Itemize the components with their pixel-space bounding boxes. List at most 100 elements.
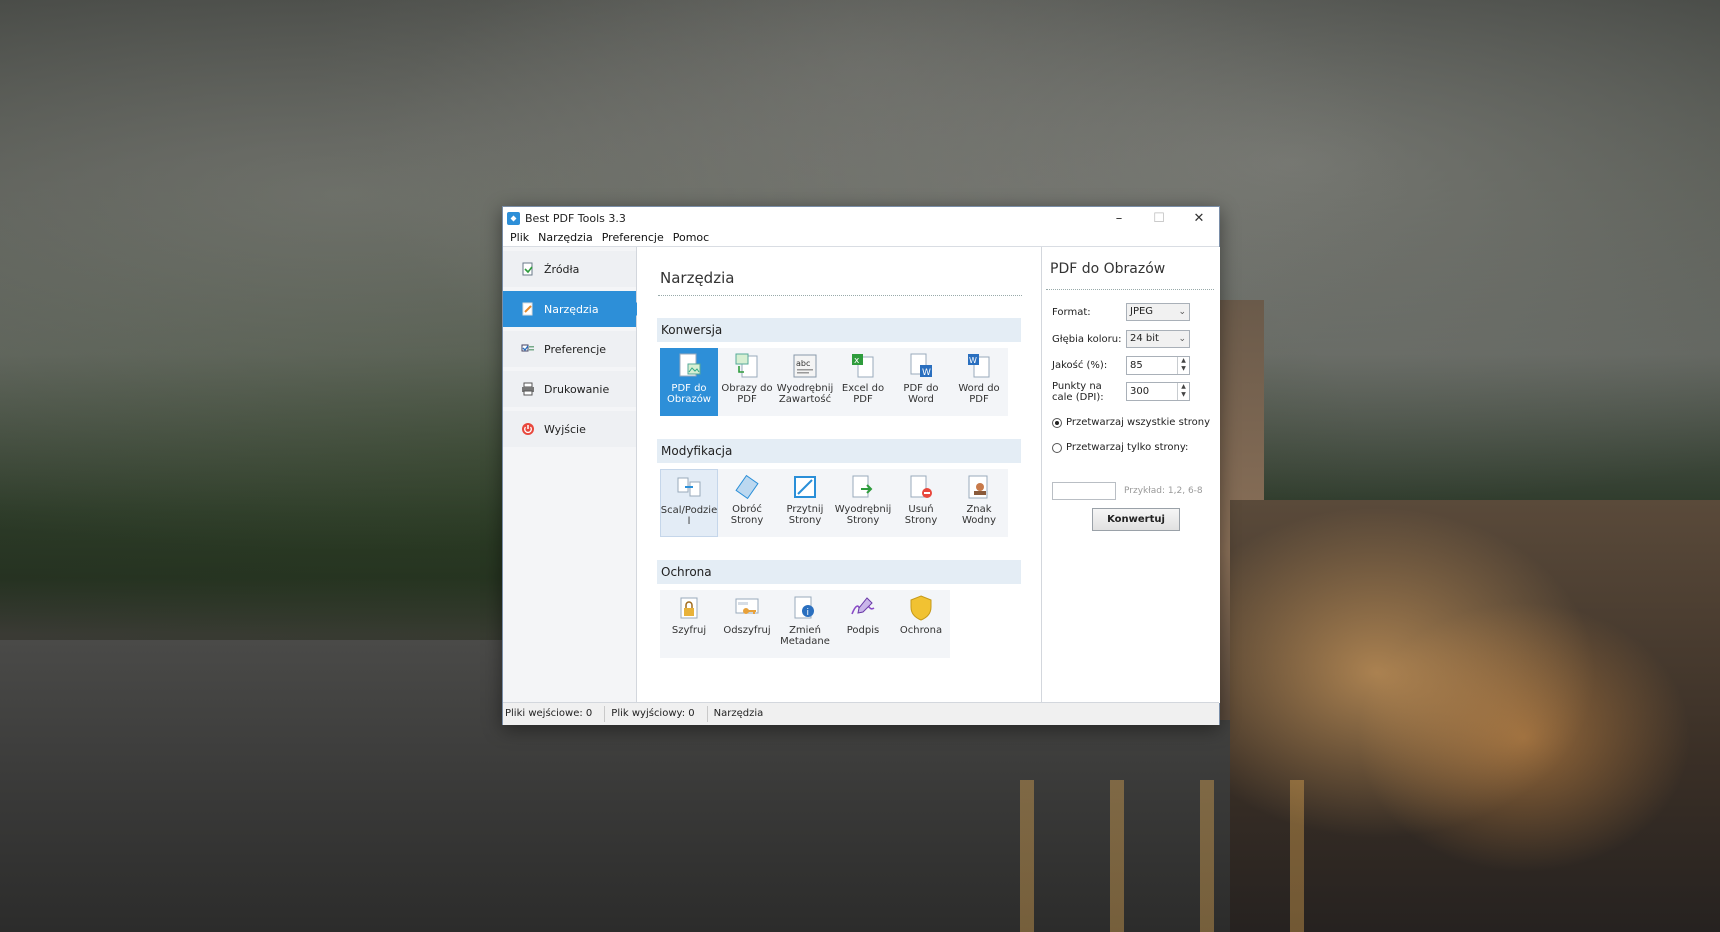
tool-merge-split[interactable]: Scal/Podzie l xyxy=(660,469,718,537)
svg-text:W: W xyxy=(922,368,931,378)
tool-protection[interactable]: Ochrona xyxy=(892,590,950,658)
sidebar-item-preferences[interactable]: Preferencje xyxy=(503,331,636,367)
extract-content-icon: abc xyxy=(793,354,817,378)
status-bar: Pliki wejściowe: 0 Plik wyjściowy: 0 Nar… xyxy=(503,702,1219,725)
tools-icon xyxy=(522,302,533,316)
section-header-protection: Ochrona xyxy=(657,560,1021,584)
title-divider xyxy=(658,295,1022,296)
color-depth-label: Głębia koloru: xyxy=(1052,334,1122,345)
spinner-arrows-icon[interactable]: ▲ ▼ xyxy=(1177,383,1189,400)
spinner-arrows-icon[interactable]: ▲ ▼ xyxy=(1177,357,1189,374)
app-window: Best PDF Tools 3.3 – ☐ ✕ Plik Narzędzia … xyxy=(502,206,1220,725)
metadata-info-icon: i xyxy=(794,596,814,619)
tool-row-modification: Scal/Podzie l Obróć Strony Przytnij Stro… xyxy=(660,469,1008,537)
close-button[interactable]: ✕ xyxy=(1179,207,1219,229)
pages-range-hint: Przykład: 1,2, 6-8 xyxy=(1124,486,1203,496)
tool-images-to-pdf[interactable]: Obrazy do PDF xyxy=(718,348,776,416)
tool-extract-content[interactable]: abc Wyodrębnij Zawartość xyxy=(776,348,834,416)
sidebar: Źródła Narzędzia Preferencje Drukowanie … xyxy=(503,247,643,703)
tool-pdf-to-word[interactable]: W PDF do Word xyxy=(892,348,950,416)
sidebar-item-sources[interactable]: Źródła xyxy=(503,251,636,287)
wallpaper-reflection xyxy=(990,780,1330,932)
sidebar-item-exit[interactable]: Wyjście xyxy=(503,411,636,447)
tool-rotate-pages[interactable]: Obróć Strony xyxy=(718,469,776,537)
signature-pen-icon xyxy=(851,597,875,615)
status-input-files: Pliki wejściowe: 0 xyxy=(503,706,606,722)
window-controls: – ☐ ✕ xyxy=(1099,207,1219,229)
status-output-files: Plik wyjściowy: 0 xyxy=(609,706,708,722)
crop-pages-icon xyxy=(794,476,816,498)
pages-range-input[interactable] xyxy=(1052,482,1116,500)
dpi-label: Punkty na cale (DPI): xyxy=(1052,381,1104,403)
sidebar-item-label: Preferencje xyxy=(544,342,607,356)
printer-icon xyxy=(522,382,534,396)
page-title: Narzędzia xyxy=(660,269,735,287)
options-panel: PDF do Obrazów Format: JPEG ⌄ Głębia kol… xyxy=(1041,247,1220,703)
extract-pages-icon xyxy=(852,475,873,498)
quality-label: Jakość (%): xyxy=(1052,360,1108,371)
sidebar-item-label: Narzędzia xyxy=(544,302,599,316)
minimize-button[interactable]: – xyxy=(1099,207,1139,229)
tool-decrypt[interactable]: Odszyfruj xyxy=(718,590,776,658)
menu-preferencje[interactable]: Preferencje xyxy=(599,231,670,244)
maximize-button[interactable]: ☐ xyxy=(1139,207,1179,229)
color-depth-select[interactable]: 24 bit ⌄ xyxy=(1126,330,1190,348)
svg-text:x: x xyxy=(854,356,860,366)
sidebar-item-printing[interactable]: Drukowanie xyxy=(503,371,636,407)
radio-button-selected[interactable] xyxy=(1052,417,1062,428)
window-body: Źródła Narzędzia Preferencje Drukowanie … xyxy=(503,246,1220,703)
options-divider xyxy=(1046,289,1214,290)
radio-selected-pages[interactable]: Przetwarzaj tylko strony: xyxy=(1052,442,1188,453)
title-bar[interactable]: Best PDF Tools 3.3 – ☐ ✕ xyxy=(503,207,1219,229)
pdf-to-images-icon xyxy=(679,353,701,377)
menu-pomoc[interactable]: Pomoc xyxy=(670,231,715,244)
decrypt-key-icon xyxy=(735,598,759,614)
svg-text:W: W xyxy=(969,356,977,365)
images-to-pdf-icon xyxy=(735,353,758,378)
dpi-spinner[interactable]: 300 ▲ ▼ xyxy=(1126,382,1190,401)
sidebar-item-tools[interactable]: Narzędzia xyxy=(503,291,643,327)
delete-pages-icon xyxy=(910,475,932,498)
radio-button[interactable] xyxy=(1052,442,1062,453)
options-title: PDF do Obrazów xyxy=(1050,261,1166,277)
menu-plik[interactable]: Plik xyxy=(507,231,535,244)
exit-icon xyxy=(522,423,534,435)
radio-all-pages[interactable]: Przetwarzaj wszystkie strony xyxy=(1052,417,1210,428)
format-label: Format: xyxy=(1052,307,1091,318)
tool-extract-pages[interactable]: Wyodrębnij Strony xyxy=(834,469,892,537)
tool-watermark[interactable]: Znak Wodny xyxy=(950,469,1008,537)
tool-row-conversion: PDF do Obrazów Obrazy do PDF abc Wyodręb… xyxy=(660,348,1008,416)
status-mode: Narzędzia xyxy=(713,708,764,719)
chevron-down-icon: ⌄ xyxy=(1178,307,1186,317)
tool-word-to-pdf[interactable]: W Word do PDF xyxy=(950,348,1008,416)
excel-to-pdf-icon: x xyxy=(852,354,874,378)
section-header-modification: Modyfikacja xyxy=(657,439,1021,463)
section-header-conversion: Konwersja xyxy=(657,318,1021,342)
tool-pdf-to-images[interactable]: PDF do Obrazów xyxy=(660,348,718,416)
window-title: Best PDF Tools 3.3 xyxy=(525,211,626,225)
tool-signature[interactable]: Podpis xyxy=(834,590,892,658)
convert-button[interactable]: Konwertuj xyxy=(1092,508,1180,531)
tool-encrypt[interactable]: Szyfruj xyxy=(660,590,718,658)
menu-bar: Plik Narzędzia Preferencje Pomoc xyxy=(503,229,1219,246)
watermark-icon xyxy=(968,475,988,499)
protection-shield-icon xyxy=(910,595,932,621)
sidebar-item-label: Źródła xyxy=(544,262,580,276)
tool-change-metadata[interactable]: i Zmień Metadane xyxy=(776,590,834,658)
preferences-icon xyxy=(521,344,534,352)
tool-crop-pages[interactable]: Przytnij Strony xyxy=(776,469,834,537)
encrypt-lock-icon xyxy=(680,597,698,619)
sidebar-item-label: Wyjście xyxy=(544,422,586,436)
pdf-to-word-icon: W xyxy=(910,353,932,378)
format-select[interactable]: JPEG ⌄ xyxy=(1126,303,1190,321)
tool-delete-pages[interactable]: Usuń Strony xyxy=(892,469,950,537)
tool-excel-to-pdf[interactable]: x Excel do PDF xyxy=(834,348,892,416)
tools-panel: Narzędzia Konwersja PDF do Obrazów Obraz… xyxy=(637,247,1041,703)
quality-spinner[interactable]: 85 ▲ ▼ xyxy=(1126,356,1190,375)
merge-split-icon xyxy=(677,477,701,497)
chevron-down-icon: ⌄ xyxy=(1178,334,1186,344)
svg-text:abc: abc xyxy=(796,359,810,368)
menu-narzedzia[interactable]: Narzędzia xyxy=(535,231,599,244)
rotate-pages-icon xyxy=(735,474,759,500)
svg-text:i: i xyxy=(807,608,810,618)
